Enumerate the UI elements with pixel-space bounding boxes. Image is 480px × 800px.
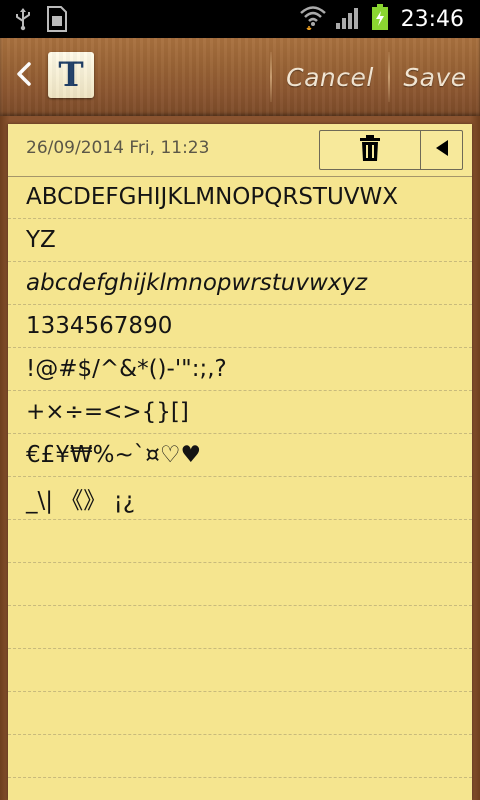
save-button[interactable]: Save [392,54,478,100]
note-line [8,649,472,692]
note-line: _\| 《》 ¡¿ [8,477,472,520]
signal-icon [335,4,363,34]
note-body[interactable]: ABCDEFGHIJKLMNOPQRSTUVWX YZ abcdefghijkl… [8,176,472,778]
trash-icon [359,135,381,165]
note-date: 26/09/2014 Fri, 11:23 [26,138,210,158]
note-line: abcdefghijklmnopwrstuvwxyz [8,262,472,305]
battery-charging-icon [371,3,389,35]
note-line [8,692,472,735]
note-line: €£¥₩%~`¤♡♥ [8,434,472,477]
back-button[interactable] [10,56,38,96]
status-time: 23:46 [400,6,464,32]
triangle-left-icon [435,139,449,161]
font-style-label: T [58,55,84,95]
note-line: ABCDEFGHIJKLMNOPQRSTUVWX [8,176,472,219]
cancel-button[interactable]: Cancel [274,54,386,100]
wifi-icon [299,4,327,34]
note-line: !@#$/^&*()-'":;,? [8,348,472,391]
note-line: YZ [8,219,472,262]
note-header: 26/09/2014 Fri, 11:23 [8,124,472,177]
note-line [8,520,472,563]
font-style-button[interactable]: T [48,52,94,98]
chevron-left-icon [15,61,33,91]
header-divider [270,52,272,102]
header-divider [388,52,390,102]
note-line [8,735,472,778]
note-line [8,563,472,606]
usb-icon [14,7,32,35]
note-toolbar [319,130,463,170]
note-paper[interactable]: 26/09/2014 Fri, 11:23 ABCDEFGHIJKLMNOPQR… [8,124,472,800]
editor-header: T Cancel Save [0,38,480,116]
memo-screen: 23:46 T Cancel Save 26/09/2014 Fri, 11:2… [0,0,480,800]
note-line [8,606,472,649]
status-bar: 23:46 [0,0,480,38]
note-line: +×÷=<>{}[] [8,391,472,434]
delete-button[interactable] [320,131,421,169]
previous-button[interactable] [421,131,462,169]
sd-card-icon [46,6,68,36]
note-line: 1334567890 [8,305,472,348]
